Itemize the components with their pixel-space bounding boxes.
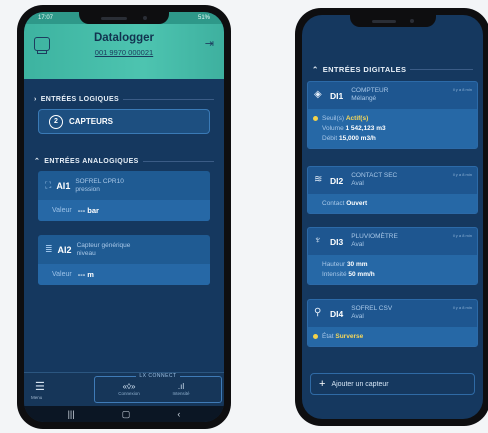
pressure-sensor-icon: ⛶ (45, 180, 52, 190)
ai2-value: --- m (77, 270, 94, 279)
menu-icon[interactable]: ☰ (35, 380, 45, 393)
device-serial-link[interactable]: 001 9970 000021 (24, 48, 224, 57)
chevron-right-icon: › (34, 96, 37, 103)
phone-right: ⌃ ENTRÉES DIGITALES ◈ DI1 COMPTEUR Mélan… (295, 8, 488, 426)
logout-icon[interactable]: ⇥ (205, 37, 214, 50)
meter-icon: ◈ (314, 89, 322, 100)
capteurs-count-badge: 2 (49, 114, 63, 129)
capteurs-button[interactable]: 2 CAPTEURS (38, 109, 210, 134)
camera-notch (79, 12, 169, 24)
card-di1[interactable]: ◈ DI1 COMPTEUR Mélangé Il y a 8 min Seui… (307, 81, 478, 149)
connexion-button[interactable]: «◊» Connexion (99, 382, 159, 396)
card-di3[interactable]: ♆ DI3 PLUVIOMÈTRE Aval Il y a 8 min Haut… (307, 227, 478, 285)
recents-icon[interactable]: ||| (68, 409, 75, 419)
card-ai2[interactable]: ≣ AI2 Capteur générique niveau Valeur --… (38, 235, 210, 285)
intensite-button[interactable]: .ıl Intensité (151, 382, 211, 396)
contact-icon: ≋ (314, 174, 323, 185)
card-di4[interactable]: ⚲ DI4 SOFREL CSV Aval Il y a 8 min État … (307, 299, 478, 347)
status-dot (313, 333, 318, 339)
chevron-up-icon: ⌃ (312, 65, 319, 74)
overflow-icon: ⚲ (314, 307, 322, 318)
home-icon[interactable]: ▢ (122, 409, 131, 420)
page-title: Datalogger (93, 32, 155, 44)
connection-icon: «◊» (122, 382, 136, 391)
rain-gauge-icon: ♆ (314, 235, 322, 246)
card-di2[interactable]: ≋ DI2 CONTACT SEC Aval Il y a 8 min Cont… (307, 166, 478, 214)
add-sensor-button[interactable]: + Ajouter un capteur (310, 373, 475, 395)
ai1-value: --- bar (77, 206, 99, 215)
datalogger-screen: 17:07 51% Datalogger 001 9970 000021 ⇥ ›… (24, 12, 224, 422)
status-time: 17:07 (38, 15, 54, 21)
status-bar: 17:07 51% (24, 12, 224, 24)
app-header: Datalogger 001 9970 000021 ⇥ (24, 24, 224, 79)
level-sensor-icon: ≣ (45, 244, 53, 254)
chevron-up-icon: ⌃ (34, 158, 41, 165)
capteurs-label: CAPTEURS (69, 117, 114, 126)
signal-icon: .ıl (177, 382, 185, 391)
add-sensor-label: Ajouter un capteur (331, 380, 389, 388)
section-entrees-digitales[interactable]: ⌃ ENTRÉES DIGITALES (312, 65, 473, 74)
status-dot (313, 115, 318, 121)
bottom-navigation: ☰ Menu LX CONNECT «◊» Connexion .ıl Inte… (24, 372, 224, 406)
section-entrees-logiques[interactable]: › ENTRÉES LOGIQUES (34, 96, 214, 103)
lx-connect-panel: LX CONNECT «◊» Connexion .ıl Intensité (94, 373, 222, 403)
plus-icon: + (319, 378, 326, 390)
section-entrees-analogiques[interactable]: ⌃ ENTRÉES ANALOGIQUES (34, 157, 214, 165)
system-nav-bar: ||| ▢ ‹ (24, 406, 224, 422)
back-icon[interactable]: ‹ (177, 409, 180, 419)
camera-notch (349, 15, 436, 27)
status-battery: 51% (197, 15, 210, 21)
digital-inputs-screen: ⌃ ENTRÉES DIGITALES ◈ DI1 COMPTEUR Mélan… (302, 15, 483, 419)
phone-left: 17:07 51% Datalogger 001 9970 000021 ⇥ ›… (17, 5, 231, 429)
card-ai1[interactable]: ⛶ AI1 SOFREL CPR10 pression Valeur --- b… (38, 171, 210, 221)
